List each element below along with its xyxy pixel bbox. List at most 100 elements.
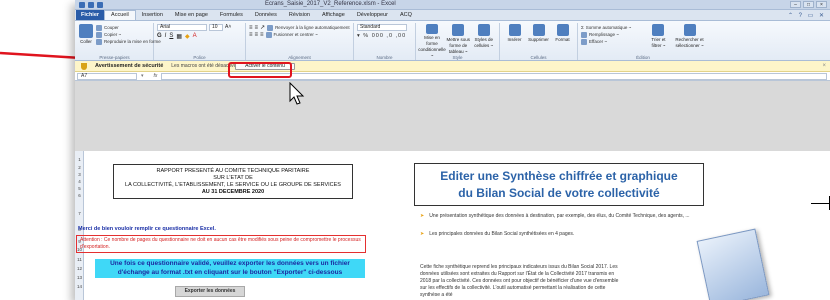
borders-icon[interactable]: ▦ <box>176 33 182 40</box>
autosum-button[interactable]: Σ Somme automatique ~ <box>581 24 643 31</box>
number-format-select[interactable]: Standard <box>357 24 407 31</box>
row-header-14[interactable]: 14 <box>75 284 84 289</box>
italic-icon[interactable]: I <box>165 33 167 40</box>
delete-cells-button[interactable]: Supprimer <box>527 24 550 59</box>
row-header-3[interactable]: 3 <box>75 172 84 177</box>
redo-icon[interactable] <box>97 2 103 8</box>
row-header-13[interactable]: 13 <box>75 275 84 280</box>
report-line-3: LA COLLECTIVITÉ, L'ETABLISSEMENT, LE SER… <box>125 182 341 188</box>
fx-icon[interactable]: fx <box>154 73 158 79</box>
find-select-button[interactable]: Rechercher et sélectionner ~ <box>674 24 705 59</box>
row-header-6[interactable]: 6 <box>75 193 84 198</box>
bullet-pages: ➤ Les principales données du Bilan Social… <box>420 231 575 237</box>
group-label-cells: Cellules <box>530 55 547 60</box>
row-header-7[interactable]: 7 <box>75 211 84 216</box>
grow-font-icon[interactable]: A˄ <box>225 24 231 31</box>
mouse-cursor-icon <box>289 82 305 105</box>
sort-filter-icon <box>652 24 665 36</box>
tab-view[interactable]: Affichage <box>316 11 351 20</box>
group-editing: Σ Somme automatique ~ Remplissage ~ Effac… <box>578 23 708 60</box>
merge-icon <box>265 31 272 38</box>
tab-insert[interactable]: Insertion <box>136 11 169 20</box>
paste-icon <box>79 24 93 38</box>
group-label-editing: Édition <box>636 55 650 60</box>
wrap-text-button[interactable]: Renvoyer à la ligne automatiquement <box>267 24 350 31</box>
help-icons[interactable]: ⌃ ? ▭ ✕ <box>788 12 826 19</box>
tab-acq[interactable]: ACQ <box>394 11 418 20</box>
minimize-icon[interactable]: – <box>790 1 801 8</box>
tab-home[interactable]: Accueil <box>104 10 136 20</box>
align-left-icon[interactable]: ≡ <box>249 32 253 38</box>
side-line <box>811 203 829 204</box>
format-as-table-button[interactable]: Mettre sous forme de tableau ~ <box>446 24 471 59</box>
copy-icon <box>96 31 102 38</box>
copy-button[interactable]: Copier ~ <box>96 31 161 38</box>
orientation-icon[interactable]: ↗ <box>260 24 265 31</box>
format-cells-button[interactable]: Format <box>551 24 574 59</box>
number-format-icons[interactable]: ▾ % 000 ,0 ,00 <box>357 33 412 39</box>
scissors-icon <box>96 24 102 31</box>
font-size-select[interactable]: 10 <box>209 24 223 31</box>
underline-icon[interactable]: S <box>169 33 173 40</box>
tab-review[interactable]: Révision <box>283 11 316 20</box>
align-right-icon[interactable]: ≡ <box>260 32 264 38</box>
row-header-11[interactable]: 11 <box>75 257 84 262</box>
undo-icon[interactable] <box>88 2 94 8</box>
ribbon: Coller Couper Copier ~ Reproduire la mis… <box>75 21 830 61</box>
export-instructions: Une fois ce questionnaire validé, veuill… <box>95 259 365 278</box>
name-box[interactable]: A7 <box>77 72 137 80</box>
row-header-2[interactable]: 2 <box>75 165 84 170</box>
delete-icon <box>532 24 545 36</box>
insert-cells-button[interactable]: Insérer <box>503 24 526 59</box>
report-line-4: AU 31 DECEMBRE 2020 <box>201 189 265 195</box>
namebox-dropdown-icon[interactable]: ▾ <box>141 73 144 79</box>
formula-bar-expanded-area <box>75 81 830 160</box>
security-warning-title: Avertissement de sécurité <box>95 63 164 69</box>
align-center-icon[interactable]: ≡ <box>255 32 259 38</box>
fill-color-icon[interactable]: ◆ <box>185 33 190 40</box>
row-header-12[interactable]: 12 <box>75 266 84 271</box>
tab-formulas[interactable]: Formules <box>214 11 249 20</box>
tab-page-layout[interactable]: Mise en page <box>169 11 214 20</box>
tab-data[interactable]: Données <box>249 11 283 20</box>
save-icon[interactable] <box>79 2 85 8</box>
format-painter-button[interactable]: Reproduire la mise en forme <box>96 38 161 45</box>
quick-access-toolbar <box>79 2 103 8</box>
merge-center-button[interactable]: Fusionner et centrer ~ <box>265 31 318 38</box>
fill-instructions: Merci de bien vouloir remplir ce questio… <box>78 226 216 232</box>
formula-bar: A7 ▾ fx <box>75 72 830 81</box>
worksheet[interactable]: 1 2 3 4 5 6 7 8 9 10 11 12 13 14 RAPPORT PRESENTÉ AU … <box>75 151 830 300</box>
group-number: Standard ▾ % 000 ,0 ,00 Nombre <box>354 23 416 60</box>
row-header-1[interactable]: 1 <box>75 157 84 162</box>
excel-window: Ecrans_Saisie_2017_V2_Reference.xlsm - E… <box>75 0 830 300</box>
bold-icon[interactable]: G <box>157 33 162 40</box>
paste-button[interactable]: Coller <box>79 24 93 45</box>
tab-developer[interactable]: Développeur <box>351 11 394 20</box>
font-name-select[interactable]: Arial <box>157 24 207 31</box>
synthesis-title-line-1: Editer une Synthèse chiffrée et graphiqu… <box>440 169 678 183</box>
row-header-5[interactable]: 5 <box>75 186 84 191</box>
description-paragraph: Cette fiche synthétique reprend les prin… <box>420 264 619 298</box>
format-icon <box>556 24 569 36</box>
group-label-clipboard: Presse-papiers <box>99 55 130 60</box>
synthesis-title-line-2: du Bilan Social de votre collectivité <box>458 186 660 200</box>
font-color-icon[interactable]: A <box>193 33 197 40</box>
cell-styles-button[interactable]: Styles de cellules ~ <box>472 24 497 59</box>
sigma-icon: Σ <box>581 25 584 30</box>
tab-file[interactable]: Fichier <box>76 10 105 20</box>
close-icon[interactable]: × <box>816 1 827 8</box>
conditional-format-button[interactable]: Mise en forme conditionnelle ~ <box>418 24 446 59</box>
sort-filter-button[interactable]: Trier et filtrer ~ <box>646 24 671 59</box>
row-header-4[interactable]: 4 <box>75 179 84 184</box>
fill-button[interactable]: Remplissage ~ <box>581 31 643 38</box>
cut-button[interactable]: Couper <box>96 24 161 31</box>
warning-box: Attention : Ce nombre de pages du questi… <box>76 235 366 253</box>
bullet-presentation: ➤ Une présentation synthétique des donnée… <box>420 213 690 219</box>
close-bar-icon[interactable]: × <box>822 63 826 69</box>
export-data-button[interactable]: Exporter les données <box>175 286 245 297</box>
maximize-icon[interactable]: □ <box>803 1 814 8</box>
align-top-icon[interactable]: ≡ <box>249 25 253 31</box>
align-middle-icon[interactable]: ≡ <box>255 25 259 31</box>
clear-button[interactable]: Effacer ~ <box>581 38 643 45</box>
group-label-alignment: Alignement <box>288 55 311 60</box>
